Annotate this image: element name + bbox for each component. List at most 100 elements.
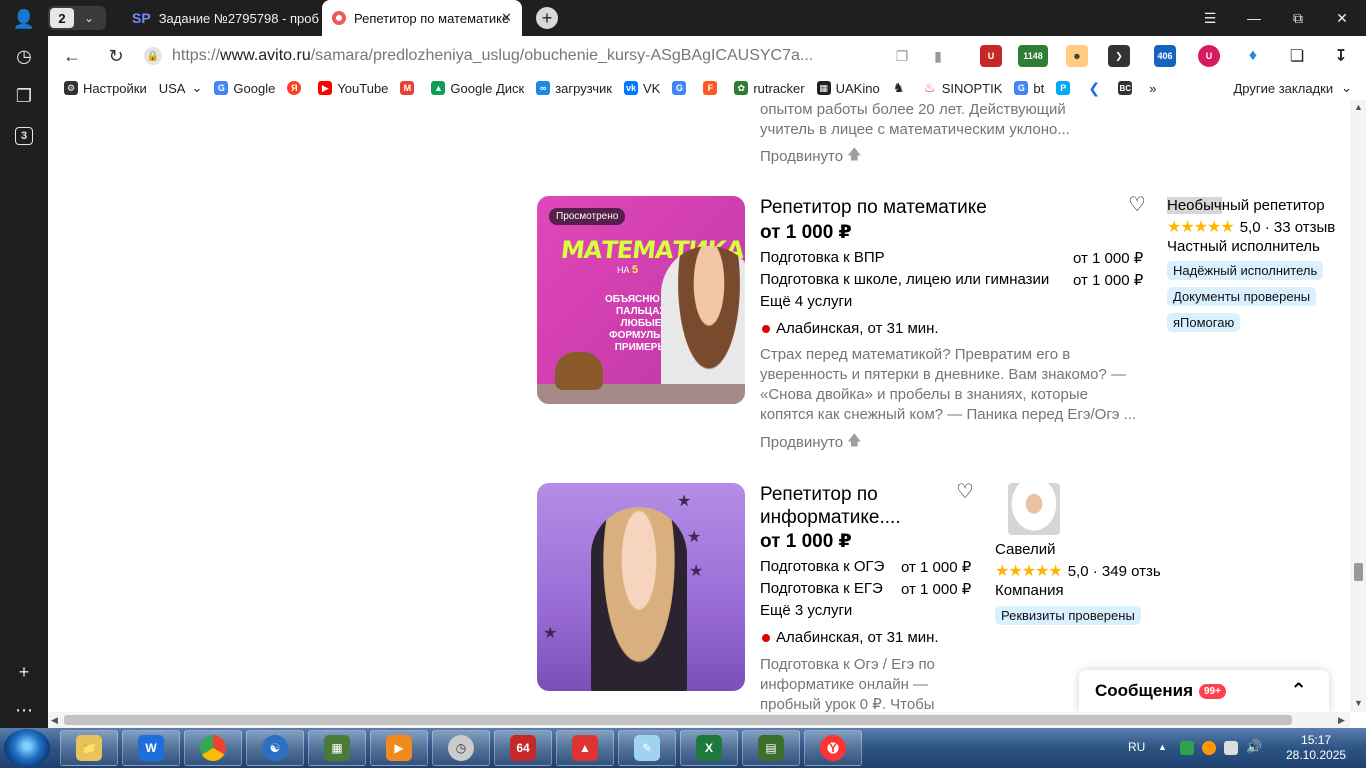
tab-group-button[interactable]: 2 ⌄ xyxy=(48,6,106,30)
bookmark-arrow[interactable]: ❮ xyxy=(1087,80,1106,96)
listing-image-informatics[interactable]: ★ ★ ★ ★ xyxy=(537,483,745,691)
close-tab-icon[interactable]: ✕ xyxy=(501,10,512,26)
bookmark-youtube[interactable]: ▶ YouTube xyxy=(318,81,388,96)
listing-title-line[interactable]: информатике.... xyxy=(760,507,901,529)
clock[interactable]: 15:17 28.10.2025 xyxy=(1286,733,1346,763)
service-price: от 1 000 ₽ xyxy=(901,559,972,576)
listing-image-math[interactable]: Просмотрено МАТЕМАТИКА НА 5 ОБЪЯСНЮ НА П… xyxy=(537,196,745,404)
calendar-ext-icon[interactable]: 406 xyxy=(1154,45,1176,67)
taskbar-media[interactable]: ▶ xyxy=(370,730,428,766)
other-bookmarks-button[interactable]: Другие закладки ⌄ xyxy=(1233,80,1352,96)
bookmark-bt[interactable]: Gbt xyxy=(1014,81,1044,96)
bookmark-sinoptik[interactable]: ♨ SINOPTIK xyxy=(922,80,1002,96)
bookmark-google[interactable]: G Google xyxy=(214,81,275,96)
lock-icon[interactable]: 🔒 xyxy=(144,47,162,65)
new-tab-button[interactable]: + xyxy=(536,7,558,29)
reload-button[interactable]: ↻ xyxy=(104,44,128,68)
listing-title-line[interactable]: Репетитор по xyxy=(760,484,878,506)
bookmark-vk[interactable]: vk VK xyxy=(623,80,661,96)
network-icon[interactable] xyxy=(1224,741,1238,755)
bookmark-uakino[interactable]: ▦ UAKino xyxy=(816,81,880,96)
volume-icon[interactable]: 🔊 xyxy=(1246,739,1262,754)
favorite-heart-icon[interactable]: ♡ xyxy=(1128,192,1146,217)
taskbar-chrome[interactable] xyxy=(184,730,242,766)
taskbar-globe[interactable]: ☯ xyxy=(246,730,304,766)
bookmark-rutracker[interactable]: ✿ rutracker xyxy=(734,81,805,96)
tab-avito-active[interactable]: Репетитор по математике ✕ xyxy=(322,0,522,36)
tab-counter-button[interactable]: 3 xyxy=(10,122,38,150)
menu-icon[interactable]: ☰ xyxy=(1188,0,1232,36)
diamond-ext-icon[interactable]: ♦ xyxy=(1242,45,1264,67)
close-window-button[interactable]: ✕ xyxy=(1320,0,1364,36)
favorite-heart-icon[interactable]: ♡ xyxy=(956,479,974,504)
tray-expand-icon[interactable]: ▲ xyxy=(1158,742,1172,756)
language-indicator[interactable]: RU xyxy=(1128,740,1145,754)
taskbar-clock-app[interactable]: ◷ xyxy=(432,730,490,766)
star-decoration-icon: ★ xyxy=(689,563,704,580)
tray-orange-icon[interactable] xyxy=(1202,741,1216,755)
bookmark-chess[interactable]: ♞ xyxy=(891,80,911,95)
minimize-button[interactable]: — xyxy=(1232,0,1276,36)
taskbar-monitor[interactable]: ▤ xyxy=(742,730,800,766)
taskbar-explorer[interactable]: 📁 xyxy=(60,730,118,766)
back-button[interactable]: ← xyxy=(60,44,84,68)
bookmark-p[interactable]: P xyxy=(1056,81,1075,95)
taskbar-yandex-browser[interactable]: Y xyxy=(804,730,862,766)
add-icon[interactable]: + xyxy=(10,658,38,686)
bookmark-translate[interactable]: G xyxy=(672,81,691,95)
horizontal-scrollbar[interactable]: ◀ ▶ xyxy=(48,712,1350,728)
shield-ext-icon[interactable]: U xyxy=(1198,45,1220,67)
copy-icon[interactable]: ❐ xyxy=(890,44,914,68)
clock-time: 15:17 xyxy=(1301,733,1332,747)
bookmark-icon[interactable]: ▮ xyxy=(926,44,950,68)
collections-icon[interactable]: ❐ xyxy=(10,82,38,110)
profile-icon[interactable]: 👤 xyxy=(10,5,38,33)
vertical-scroll-thumb[interactable] xyxy=(1354,563,1363,581)
seller-avatar[interactable] xyxy=(1008,483,1060,535)
bookmarks-more-button[interactable]: » xyxy=(1149,81,1156,96)
scroll-up-arrow-icon[interactable]: ▲ xyxy=(1354,102,1363,112)
chevron-up-icon[interactable]: ⌃ xyxy=(1290,678,1307,703)
listing-title[interactable]: Репетитор по математике xyxy=(760,197,987,219)
more-services-link[interactable]: Ещё 4 услуги xyxy=(760,293,852,310)
taskbar-excel[interactable]: X xyxy=(680,730,738,766)
ublock-icon[interactable]: U xyxy=(980,45,1002,67)
vertical-scrollbar[interactable]: ▲ ▼ xyxy=(1350,100,1366,712)
dark-ext-icon[interactable]: ❯ xyxy=(1108,45,1130,67)
taskbar-board[interactable]: ▦ xyxy=(308,730,366,766)
bookmark-usa[interactable]: USA ⌄ xyxy=(159,80,203,96)
bookmark-yandex[interactable]: Я xyxy=(287,81,306,95)
face-ext-icon[interactable]: ☻ xyxy=(1066,45,1088,67)
tray-green-icon[interactable] xyxy=(1180,741,1194,755)
gear-icon: ⚙ xyxy=(64,81,78,95)
seller-name[interactable]: Савелий xyxy=(995,541,1056,558)
bookmark-google-drive[interactable]: ▲ Google Диск xyxy=(431,81,524,96)
bookmark-f[interactable]: F xyxy=(703,81,722,95)
scroll-down-arrow-icon[interactable]: ▼ xyxy=(1354,698,1363,708)
download-icon[interactable]: ↧ xyxy=(1330,45,1352,67)
tab-zadanie[interactable]: SP Задание №2795798 - проб xyxy=(122,0,322,36)
counter-ext-icon[interactable]: 1148 xyxy=(1018,45,1048,67)
scroll-left-arrow-icon[interactable]: ◀ xyxy=(51,715,58,726)
bookmark-settings[interactable]: ⚙ Настройки xyxy=(64,81,147,96)
puzzle-ext-icon[interactable]: ❏ xyxy=(1286,45,1308,67)
bookmark-loader[interactable]: ∞ загрузчик xyxy=(536,81,612,96)
restore-button[interactable]: ⧉ xyxy=(1276,0,1320,36)
more-services-link[interactable]: Ещё 3 услуги xyxy=(760,602,852,619)
uakino-icon: ▦ xyxy=(816,81,831,95)
bookmark-bc[interactable]: BC xyxy=(1118,81,1137,95)
start-button[interactable] xyxy=(4,729,50,767)
history-icon[interactable]: ◷ xyxy=(10,42,38,70)
taskbar-winrar[interactable]: ▲ xyxy=(556,730,614,766)
messages-widget[interactable]: Сообщения 99+ ⌃ xyxy=(1079,670,1329,712)
seller-name[interactable]: Необычный репетитор xyxy=(1167,197,1325,214)
taskbar-notes[interactable]: ✎ xyxy=(618,730,676,766)
more-icon[interactable]: ⋯ xyxy=(10,696,38,724)
scroll-right-arrow-icon[interactable]: ▶ xyxy=(1338,715,1345,726)
bookmark-label: VK xyxy=(642,80,661,96)
taskbar-wise[interactable]: W xyxy=(122,730,180,766)
taskbar-aida64[interactable]: 64 xyxy=(494,730,552,766)
url-field[interactable]: 🔒 https:// www.avito.ru /samara/predlozh… xyxy=(144,40,954,72)
bookmark-gmail[interactable]: M xyxy=(400,81,419,95)
horizontal-scroll-thumb[interactable] xyxy=(64,715,1292,725)
